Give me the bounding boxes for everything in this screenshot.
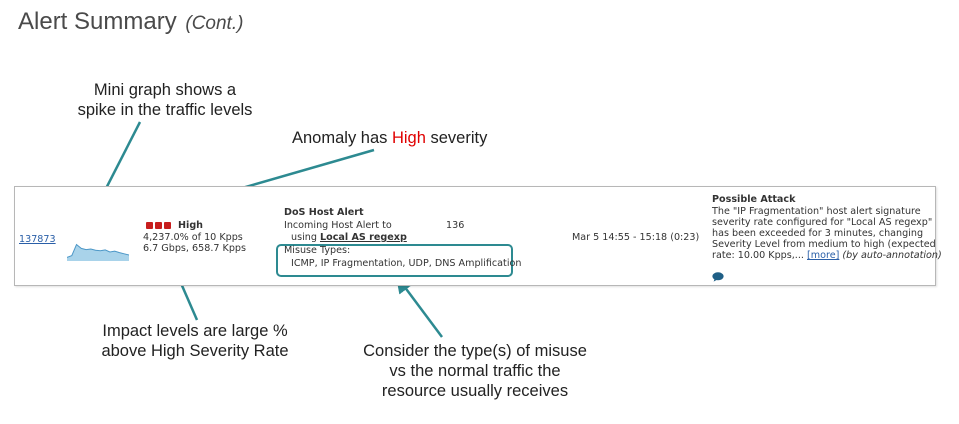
callout-anomaly-pre: Anomaly has bbox=[292, 129, 392, 147]
more-link[interactable]: [more] bbox=[807, 250, 839, 261]
classification-line-3: has been exceeded for 3 minutes, changin… bbox=[712, 228, 924, 239]
callout-misuse-line3: resource usually receives bbox=[381, 382, 569, 400]
misuse-label: Misuse Types: bbox=[284, 245, 351, 256]
callout-impact-line2: above High Severity Rate bbox=[101, 342, 289, 360]
alert-desc-line1: Incoming Host Alert to bbox=[284, 220, 392, 231]
callout-impact: Impact levels are large % above High Sev… bbox=[80, 321, 310, 361]
callout-misuse: Consider the type(s) of misuse vs the no… bbox=[340, 341, 610, 401]
severity-label: High bbox=[178, 220, 204, 231]
alert-type: DoS Host Alert bbox=[284, 207, 364, 218]
speech-bubble-icon[interactable] bbox=[712, 272, 724, 282]
callout-mini-graph-line1: Mini graph shows a bbox=[93, 81, 237, 99]
local-as-regexp-link[interactable]: Local AS regexp bbox=[320, 232, 407, 243]
misuse-types: ICMP, IP Fragmentation, UDP, DNS Amplifi… bbox=[291, 258, 522, 269]
classification-line-1: The "IP Fragmentation" host alert signat… bbox=[712, 206, 921, 217]
callout-mini-graph: Mini graph shows a spike in the traffic … bbox=[55, 80, 275, 120]
severity-square-1 bbox=[146, 222, 153, 229]
slide-title-subtitle: (Cont.) bbox=[185, 13, 244, 34]
severity-square-3 bbox=[164, 222, 171, 229]
impact-rate: 6.7 Gbps, 658.7 Kpps bbox=[143, 243, 247, 254]
alert-time-range: Mar 5 14:55 - 15:18 (0:23) bbox=[572, 232, 700, 243]
slide-title-main: Alert Summary bbox=[18, 8, 177, 35]
severity-indicator: High bbox=[146, 220, 203, 231]
classification-title: Possible Attack bbox=[712, 194, 796, 205]
severity-square-2 bbox=[155, 222, 162, 229]
callout-anomaly-highlight: High bbox=[391, 129, 426, 147]
callout-mini-graph-line2: spike in the traffic levels bbox=[77, 101, 253, 119]
classification-line-2: severity rate configured for "Local AS r… bbox=[712, 217, 933, 228]
callout-anomaly-post: severity bbox=[425, 129, 488, 147]
alert-desc-using: using bbox=[291, 232, 317, 243]
impact-percent: 4,237.0% of 10 Kpps bbox=[143, 232, 243, 243]
callout-anomaly: Anomaly has High severity bbox=[292, 128, 487, 148]
callout-misuse-line1: Consider the type(s) of misuse bbox=[363, 342, 587, 360]
callout-impact-line1: Impact levels are large % bbox=[102, 322, 288, 340]
arrow-to-misuse bbox=[395, 275, 444, 338]
alert-desc-line2: using Local AS regexp bbox=[291, 232, 407, 243]
slide-title: Alert Summary (Cont.) bbox=[18, 8, 243, 36]
annotation-source: (by auto-annotation) bbox=[842, 250, 942, 261]
alert-id-link[interactable]: 137873 bbox=[19, 234, 56, 245]
alert-count: 136 bbox=[446, 220, 465, 231]
classification-line-4: Severity Level from medium to high (expe… bbox=[712, 239, 936, 250]
callout-misuse-line2: vs the normal traffic the bbox=[389, 362, 561, 380]
classification-last: rate: 10.00 Kpps,... bbox=[712, 250, 804, 261]
mini-traffic-graph bbox=[67, 243, 129, 261]
alert-row-panel: 137873 High 4,237.0% of 10 Kpps 6.7 Gbps… bbox=[14, 186, 942, 286]
classification-line-5: rate: 10.00 Kpps,... [more] (by auto-ann… bbox=[712, 250, 942, 261]
